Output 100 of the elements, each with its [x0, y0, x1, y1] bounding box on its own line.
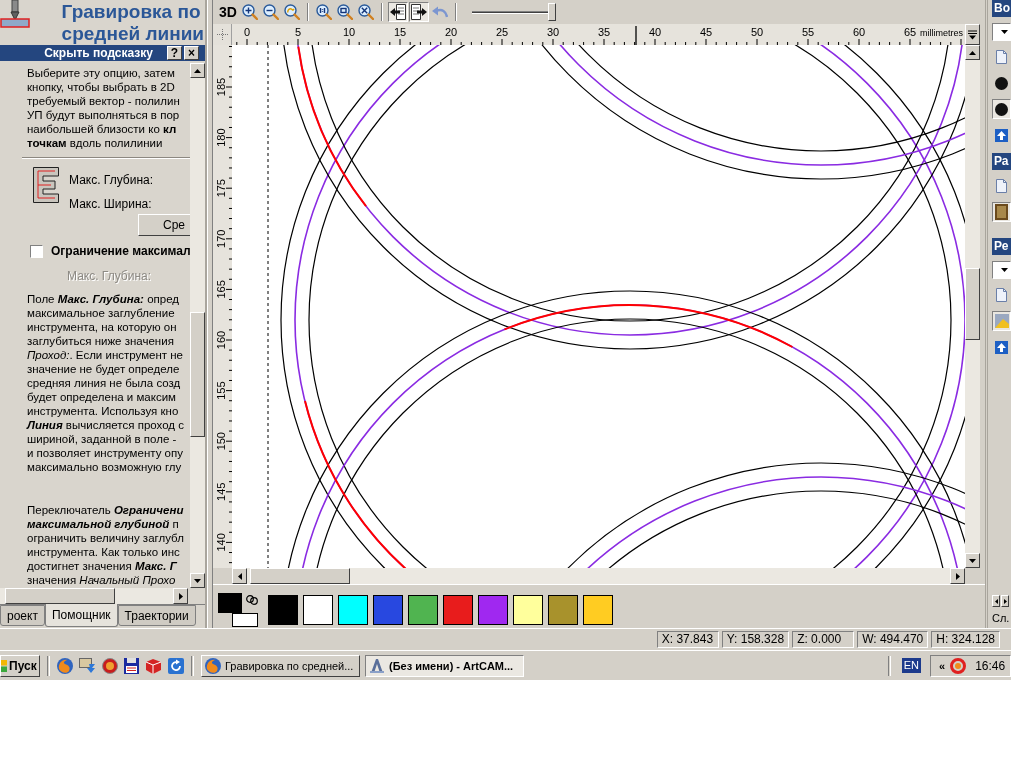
cube-icon[interactable]: [145, 657, 162, 674]
panel-title: Гравировка по средней линии: [61, 0, 205, 45]
toolbar-button[interactable]: [334, 2, 355, 22]
scrollbar-thumb[interactable]: [965, 268, 980, 340]
left-triangle-icon: [237, 572, 242, 580]
foreground-color-swatch[interactable]: [218, 592, 242, 613]
monitor-arrow-icon[interactable]: [79, 657, 96, 674]
ruler-label: 180: [215, 128, 227, 147]
color-swatch[interactable]: [338, 594, 368, 625]
zoom-out-icon: [262, 4, 279, 20]
left-triangle-icon: [994, 598, 998, 604]
hide-hint-link[interactable]: Скрыть подсказку: [44, 46, 153, 60]
toolbar-button[interactable]: [313, 2, 334, 22]
taskbar-button[interactable]: (Без имени) - ArtCAM...: [365, 654, 524, 677]
color-swatch[interactable]: [268, 594, 298, 625]
up-arrow-icon: [995, 128, 1008, 142]
scroll-right-button[interactable]: [1001, 595, 1009, 607]
scroll-down-button[interactable]: [190, 573, 205, 588]
language-indicator[interactable]: EN: [901, 658, 921, 673]
document-arrow-icon: [389, 4, 406, 20]
help-paragraph: Переключатель Ограничени максимальной глубиной п ограничить величину заглубл инструмента. Как только инс достигнет значения Макс. Г значения Начальный Прохо: [27, 503, 185, 587]
horizontal-scrollbar[interactable]: [232, 568, 965, 584]
caret-icon: [1001, 268, 1008, 272]
image-icon: [994, 314, 1009, 328]
ruler-label: 140: [215, 533, 227, 552]
scroll-right-button[interactable]: [173, 588, 188, 604]
cursor-marker: [635, 25, 637, 45]
color-swatch[interactable]: [373, 594, 403, 625]
field-label: Макс. Глубина:: [69, 173, 154, 187]
zoom-in-icon: [241, 4, 258, 20]
refresh-icon[interactable]: [168, 657, 184, 674]
color-swatch[interactable]: [478, 594, 508, 625]
dropdown-field[interactable]: [992, 261, 1011, 279]
taskbar-button[interactable]: Гравировка по средней...: [201, 654, 360, 677]
status-field: X: 37.843: [656, 631, 719, 648]
disc-icon[interactable]: [102, 657, 118, 674]
ruler-label: 65: [903, 26, 917, 38]
ruler-label: 30: [546, 26, 560, 38]
right-triangle-icon: [955, 572, 960, 580]
scroll-right-button[interactable]: [950, 568, 965, 584]
color-swatch[interactable]: [303, 594, 333, 625]
ruler-menu-button[interactable]: [965, 24, 980, 45]
show-hidden-icons-button[interactable]: «: [939, 658, 946, 673]
scroll-up-button[interactable]: [190, 63, 205, 78]
globe-icon: [205, 657, 221, 674]
scrollbar-thumb[interactable]: [250, 568, 350, 584]
background-color-swatch[interactable]: [232, 612, 258, 627]
scrollbar-thumb[interactable]: [5, 588, 115, 604]
status-field: Y: 158.328: [721, 631, 790, 648]
checkbox[interactable]: [30, 244, 43, 258]
ruler-label: 185: [215, 77, 227, 97]
scroll-left-button[interactable]: [992, 595, 1000, 607]
curved-arrow-icon: [431, 6, 448, 18]
horizontal-scrollbar[interactable]: [0, 588, 188, 604]
document-icon: [996, 288, 1007, 302]
centerline-button[interactable]: Сре: [138, 214, 190, 236]
ring-icon[interactable]: [950, 657, 967, 674]
document-arrow-icon: [410, 4, 427, 20]
down-triangle-icon: [969, 558, 976, 563]
circle-icon: [995, 76, 1008, 90]
ruler-label: 25: [495, 26, 509, 38]
scrollbar-thumb[interactable]: [190, 312, 205, 437]
close-button[interactable]: ×: [184, 46, 199, 60]
color-swatch[interactable]: [513, 594, 543, 625]
ruler-label: 35: [597, 26, 611, 38]
app-icon: [369, 657, 385, 674]
zoom-box-icon: [336, 4, 353, 20]
scroll-down-button[interactable]: [965, 553, 980, 568]
color-swatch[interactable]: [548, 594, 578, 625]
view-3d-button[interactable]: 3D: [217, 2, 239, 22]
panel-tool-button[interactable]: [992, 99, 1011, 119]
globe-icon[interactable]: [57, 657, 73, 674]
color-swatch[interactable]: [443, 594, 473, 625]
ruler-label: 170: [215, 229, 227, 248]
help-button[interactable]: ?: [167, 46, 182, 60]
scroll-up-button[interactable]: [965, 45, 980, 60]
zoom-previous-icon: [283, 4, 300, 20]
color-swatch[interactable]: [583, 594, 613, 625]
menu-caret-icon: [968, 29, 977, 40]
circle-icon: [995, 102, 1008, 116]
panel-tab[interactable]: Траектории: [117, 605, 196, 626]
start-button[interactable]: Пуск: [0, 654, 40, 677]
ruler-label: 10: [342, 26, 356, 38]
ruler-label: 145: [215, 482, 227, 501]
panel-tab[interactable]: роект: [0, 605, 45, 626]
panel-tab[interactable]: Помощник: [44, 604, 118, 627]
status-field: Z: 0.000: [792, 631, 855, 648]
status-field: W: 494.470: [857, 631, 929, 648]
ruler-label: 150: [215, 432, 227, 451]
toolbar-button[interactable]: [355, 2, 376, 22]
ruler-label: 15: [393, 26, 407, 38]
dropdown-field[interactable]: [992, 23, 1011, 41]
link-icon: [246, 594, 258, 605]
scroll-left-button[interactable]: [232, 568, 247, 584]
toolbar-button[interactable]: [239, 2, 260, 22]
slider-thumb[interactable]: [547, 3, 556, 21]
panel-tool-button[interactable]: [992, 202, 1011, 222]
toolbar-button[interactable]: [408, 2, 429, 22]
color-swatch[interactable]: [408, 594, 438, 625]
toolbar-button[interactable]: [387, 2, 408, 22]
